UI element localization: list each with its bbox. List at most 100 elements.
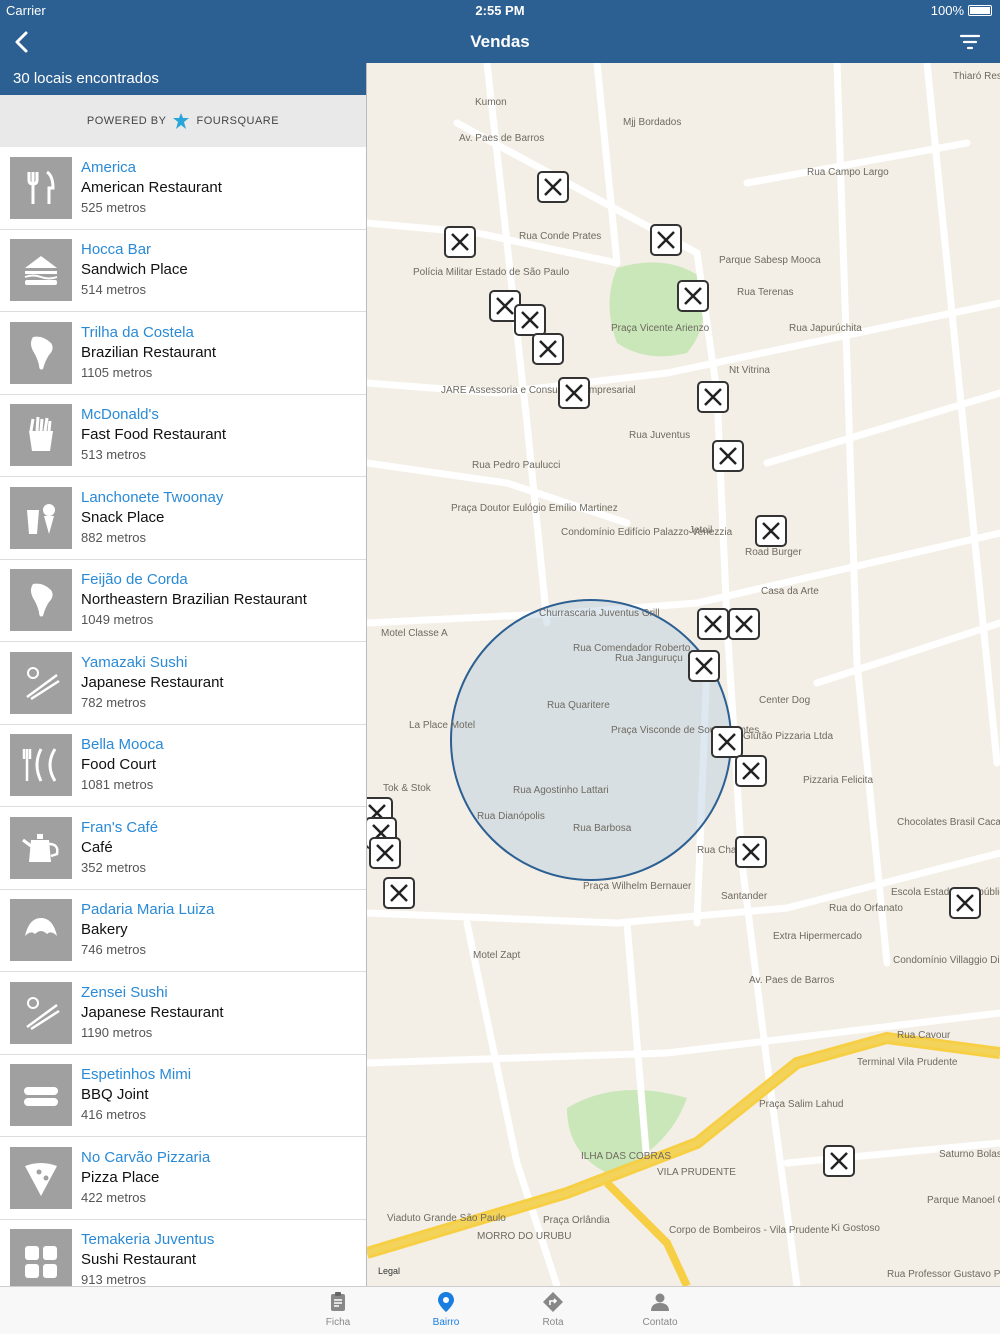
route-icon xyxy=(543,1292,563,1312)
place-name[interactable]: Bella Mooca xyxy=(81,735,164,755)
tab-contato[interactable]: Contato xyxy=(620,1291,700,1328)
restaurant-pin-icon[interactable] xyxy=(823,1145,855,1177)
place-name[interactable]: Zensei Sushi xyxy=(81,983,224,1003)
place-text: Yamazaki Sushi Japanese Restaurant 782 met… xyxy=(81,653,224,713)
page-title: Vendas xyxy=(470,32,530,51)
map-canvas[interactable]: Kumon Mjj Bordados Av. Paes de Barros Rua C… xyxy=(367,63,1000,1286)
place-text: No Carvão Pizzaria Pizza Place 422 metros xyxy=(81,1148,210,1208)
map-label: Glutão Pizzaria Ltda xyxy=(743,731,833,742)
restaurant-pin-icon[interactable] xyxy=(369,837,401,869)
place-list-item[interactable]: Hocca Bar Sandwich Place 514 metros xyxy=(0,230,366,312)
tab-rota[interactable]: Rota xyxy=(513,1291,593,1328)
map-label: Rua Agostinho Lattari xyxy=(513,785,609,796)
place-list-item[interactable]: Bella Mooca Food Court 1081 metros xyxy=(0,725,366,807)
place-name[interactable]: America xyxy=(81,158,222,178)
place-name[interactable]: Padaria Maria Luiza xyxy=(81,900,214,920)
restaurant-pin-icon[interactable] xyxy=(711,726,743,758)
legal-link[interactable]: Legal xyxy=(378,1266,400,1276)
restaurant-pin-icon[interactable] xyxy=(712,440,744,472)
map-label: Polícia Militar Estado de São Paulo xyxy=(413,267,570,278)
chopsticks-icon xyxy=(26,996,60,1030)
place-list-item[interactable]: Fran's Café Café 352 metros xyxy=(0,807,366,890)
map-label: Rua Juventus xyxy=(629,430,690,441)
place-list-item[interactable]: Zensei Sushi Japanese Restaurant 1190 metr… xyxy=(0,972,366,1055)
place-name[interactable]: Yamazaki Sushi xyxy=(81,653,224,673)
restaurant-pin-icon[interactable] xyxy=(728,608,760,640)
place-name[interactable]: Feijão de Corda xyxy=(81,570,307,590)
map-label: Rua Campo Largo xyxy=(807,167,889,178)
restaurant-pin-icon[interactable] xyxy=(537,171,569,203)
clock: 2:55 PM xyxy=(475,3,525,18)
restaurant-pin-icon[interactable] xyxy=(650,224,682,256)
place-category: Japanese Restaurant xyxy=(81,1003,224,1021)
restaurant-pin-icon[interactable] xyxy=(677,280,709,312)
place-name[interactable]: Lanchonete Twoonay xyxy=(81,488,223,508)
map-label: MORRO DO URUBU xyxy=(477,1231,571,1242)
place-text: McDonald's Fast Food Restaurant 513 metros xyxy=(81,405,226,465)
map-label: Nt Vitrina xyxy=(729,365,770,376)
map-label: Thiaró Restaurante xyxy=(953,71,1000,82)
place-category: American Restaurant xyxy=(81,178,222,196)
place-category-icon-wrap xyxy=(10,1064,72,1127)
place-list-item[interactable]: Espetinhos Mimi BBQ Joint 416 metros xyxy=(0,1055,366,1137)
place-name[interactable]: Hocca Bar xyxy=(81,240,188,260)
map-label: Praça Wilhelm Bernauer xyxy=(583,881,692,892)
map-label: Praça Orlândia xyxy=(543,1215,610,1226)
restaurant-pin-icon[interactable] xyxy=(383,877,415,909)
place-name[interactable]: Espetinhos Mimi xyxy=(81,1065,191,1085)
place-name[interactable]: McDonald's xyxy=(81,405,226,425)
place-name[interactable]: Temakeria Juventus xyxy=(81,1230,214,1250)
place-list-item[interactable]: McDonald's Fast Food Restaurant 513 metros xyxy=(0,395,366,477)
place-list-item[interactable]: Trilha da Costela Brazilian Restaurant 110… xyxy=(0,312,366,395)
map-label: Corpo de Bombeiros - Vila Prudente xyxy=(669,1225,830,1236)
map-view[interactable]: Kumon Mjj Bordados Av. Paes de Barros Rua C… xyxy=(367,63,1000,1286)
place-list-item[interactable]: Padaria Maria Luiza Bakery 746 metros xyxy=(0,890,366,972)
place-text: Temakeria Juventus Sushi Restaurant 913 me… xyxy=(81,1230,214,1286)
place-name[interactable]: Fran's Café xyxy=(81,818,158,838)
tab-ficha[interactable]: Ficha xyxy=(298,1291,378,1328)
place-list-item[interactable]: America American Restaurant 525 metros xyxy=(0,147,366,230)
place-list-item[interactable]: Feijão de Corda Northeastern Brazilian Re… xyxy=(0,560,366,642)
restaurant-pin-icon[interactable] xyxy=(514,304,546,336)
restaurant-pin-icon[interactable] xyxy=(444,226,476,258)
results-count: 30 locais encontrados xyxy=(0,63,366,95)
map-label: Kumon xyxy=(475,97,507,108)
place-category: Fast Food Restaurant xyxy=(81,426,227,444)
place-distance: 1049 metros xyxy=(81,612,154,628)
restaurant-pin-icon[interactable] xyxy=(532,333,564,365)
place-text: Lanchonete Twoonay Snack Place 882 metros xyxy=(81,488,223,548)
battery-icon xyxy=(968,5,992,16)
place-category: Sushi Restaurant xyxy=(81,1251,197,1269)
place-list-item[interactable]: Yamazaki Sushi Japanese Restaurant 782 met… xyxy=(0,642,366,725)
place-distance: 1081 metros xyxy=(81,777,154,793)
tab-label: Rota xyxy=(542,1317,564,1328)
map-label: Av. Paes de Barros xyxy=(459,133,544,144)
map-label: Escola Estadual República do Paraguay xyxy=(891,887,1000,898)
place-list-item[interactable]: Temakeria Juventus Sushi Restaurant 913 me… xyxy=(0,1220,366,1286)
tab-bairro[interactable]: Bairro xyxy=(406,1291,486,1328)
place-distance: 782 metros xyxy=(81,694,147,710)
map-label: Center Dog xyxy=(759,695,810,706)
restaurant-pin-icon[interactable] xyxy=(697,381,729,413)
powered-by-banner: POWERED BY FOURSQUARE xyxy=(0,95,366,147)
restaurant-pin-icon[interactable] xyxy=(697,608,729,640)
map-label: Ki Gostoso xyxy=(831,1223,880,1234)
map-label: Jetoil xyxy=(689,525,712,536)
filter-icon[interactable] xyxy=(958,30,982,54)
place-text: Espetinhos Mimi BBQ Joint 416 metros xyxy=(81,1065,191,1125)
restaurant-pin-icon[interactable] xyxy=(949,887,981,919)
place-distance: 882 metros xyxy=(81,529,147,545)
place-category: Food Court xyxy=(81,756,157,774)
restaurant-pin-icon[interactable] xyxy=(735,755,767,787)
restaurant-pin-icon[interactable] xyxy=(558,377,590,409)
restaurant-pin-icon[interactable] xyxy=(735,836,767,868)
powered-by-label: POWERED BY xyxy=(86,115,167,127)
place-list-item[interactable]: Lanchonete Twoonay Snack Place 882 metros xyxy=(0,477,366,560)
map-label: Terminal Vila Prudente xyxy=(857,1057,958,1068)
place-list-item[interactable]: No Carvão Pizzaria Pizza Place 422 metros xyxy=(0,1137,366,1220)
place-name[interactable]: Trilha da Costela xyxy=(81,323,216,343)
restaurant-pin-icon[interactable] xyxy=(688,650,720,682)
place-name[interactable]: No Carvão Pizzaria xyxy=(81,1148,210,1168)
restaurant-pin-icon[interactable] xyxy=(755,515,787,547)
place-distance: 513 metros xyxy=(81,447,147,463)
